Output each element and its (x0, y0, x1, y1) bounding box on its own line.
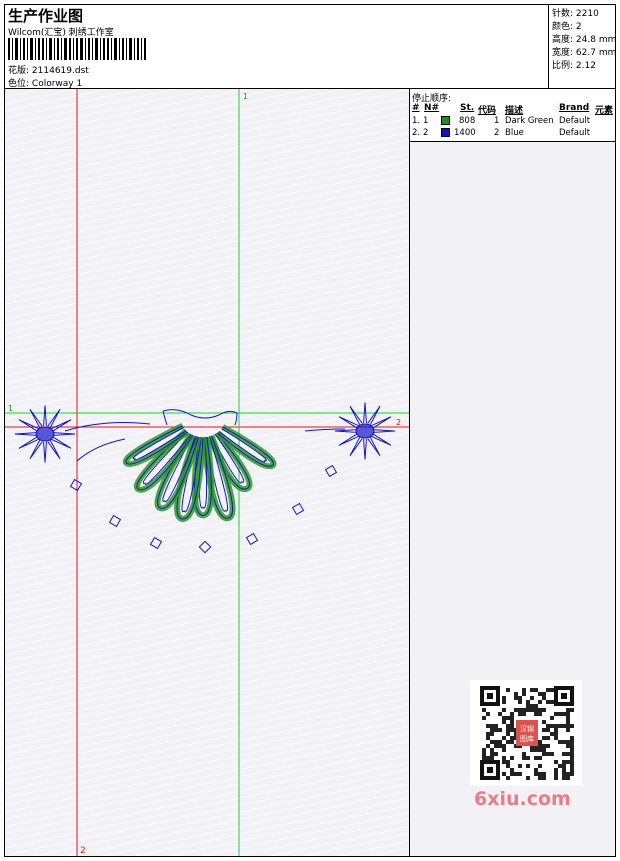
col-description: 描述 (505, 106, 524, 116)
qr-code: 汉锦 图库 (470, 680, 582, 786)
flower-petal (43, 405, 47, 427)
flower-petal (372, 429, 396, 433)
flower-petal (14, 432, 38, 436)
design-file-row: 花版: 2114619.dst (8, 63, 89, 76)
guide-marker-right: 2 (396, 418, 401, 427)
stat-scale: 比例: 2.12 (552, 61, 596, 71)
company-name: Wilcom(汇宝) 刺绣工作室 (8, 28, 114, 38)
diamond-motifs (69, 464, 338, 554)
stop-sequence-table: 停止顺序: # N# St. 代码 描述 Brand 元素 1. 1 808 1… (410, 89, 615, 142)
flower-center (355, 423, 375, 439)
col-n: N# (424, 103, 440, 113)
watermark-brand: 6xiu.com (474, 788, 571, 810)
sheet-header: 生产作业图 Wilcom(汇宝) 刺绣工作室 花版: 2114619.dst 色… (5, 5, 548, 89)
col-stitches: St. (460, 103, 475, 113)
fan-petals (122, 423, 277, 522)
col-brand: Brand (559, 103, 590, 113)
stat-colors: 颜色: 2 (552, 22, 582, 32)
flower-petal (363, 438, 367, 460)
col-index: # (412, 103, 420, 113)
design-file-value: 2114619.dst (31, 66, 89, 76)
color-swatch (441, 128, 450, 137)
stamp-text-bottom: 图库 (520, 734, 534, 743)
guide-marker-left: 1 (8, 404, 13, 413)
design-file-label: 花版: (8, 66, 30, 76)
flower-petal (334, 429, 358, 433)
col-element: 元素 (595, 106, 614, 116)
guide-marker-bottom: 2 (80, 846, 86, 856)
stat-width: 宽度: 62.7 mm (552, 48, 617, 58)
flower-left (14, 405, 76, 463)
design-preview: 1 1 2 2 (5, 89, 409, 856)
flower-right (334, 402, 396, 460)
barcode (8, 38, 146, 60)
flower-petal (52, 432, 76, 436)
guide-marker-top: 1 (243, 92, 248, 101)
embroidery-canvas: 1 1 2 2 (5, 89, 409, 856)
stat-stitches: 针数: 2210 (552, 9, 599, 19)
stat-height: 高度: 24.8 mm (552, 35, 617, 45)
flower-petal (43, 441, 47, 463)
color-swatch (441, 116, 450, 125)
design-stats: 针数: 2210 颜色: 2 高度: 24.8 mm 宽度: 62.7 mm 比… (548, 5, 616, 88)
stamp-text-top: 汉锦 (520, 724, 534, 733)
qr-code-image: 汉锦 图库 (480, 686, 574, 780)
flower-center (35, 426, 55, 442)
col-code: 代码 (478, 106, 497, 116)
sheet-title: 生产作业图 (8, 7, 84, 25)
